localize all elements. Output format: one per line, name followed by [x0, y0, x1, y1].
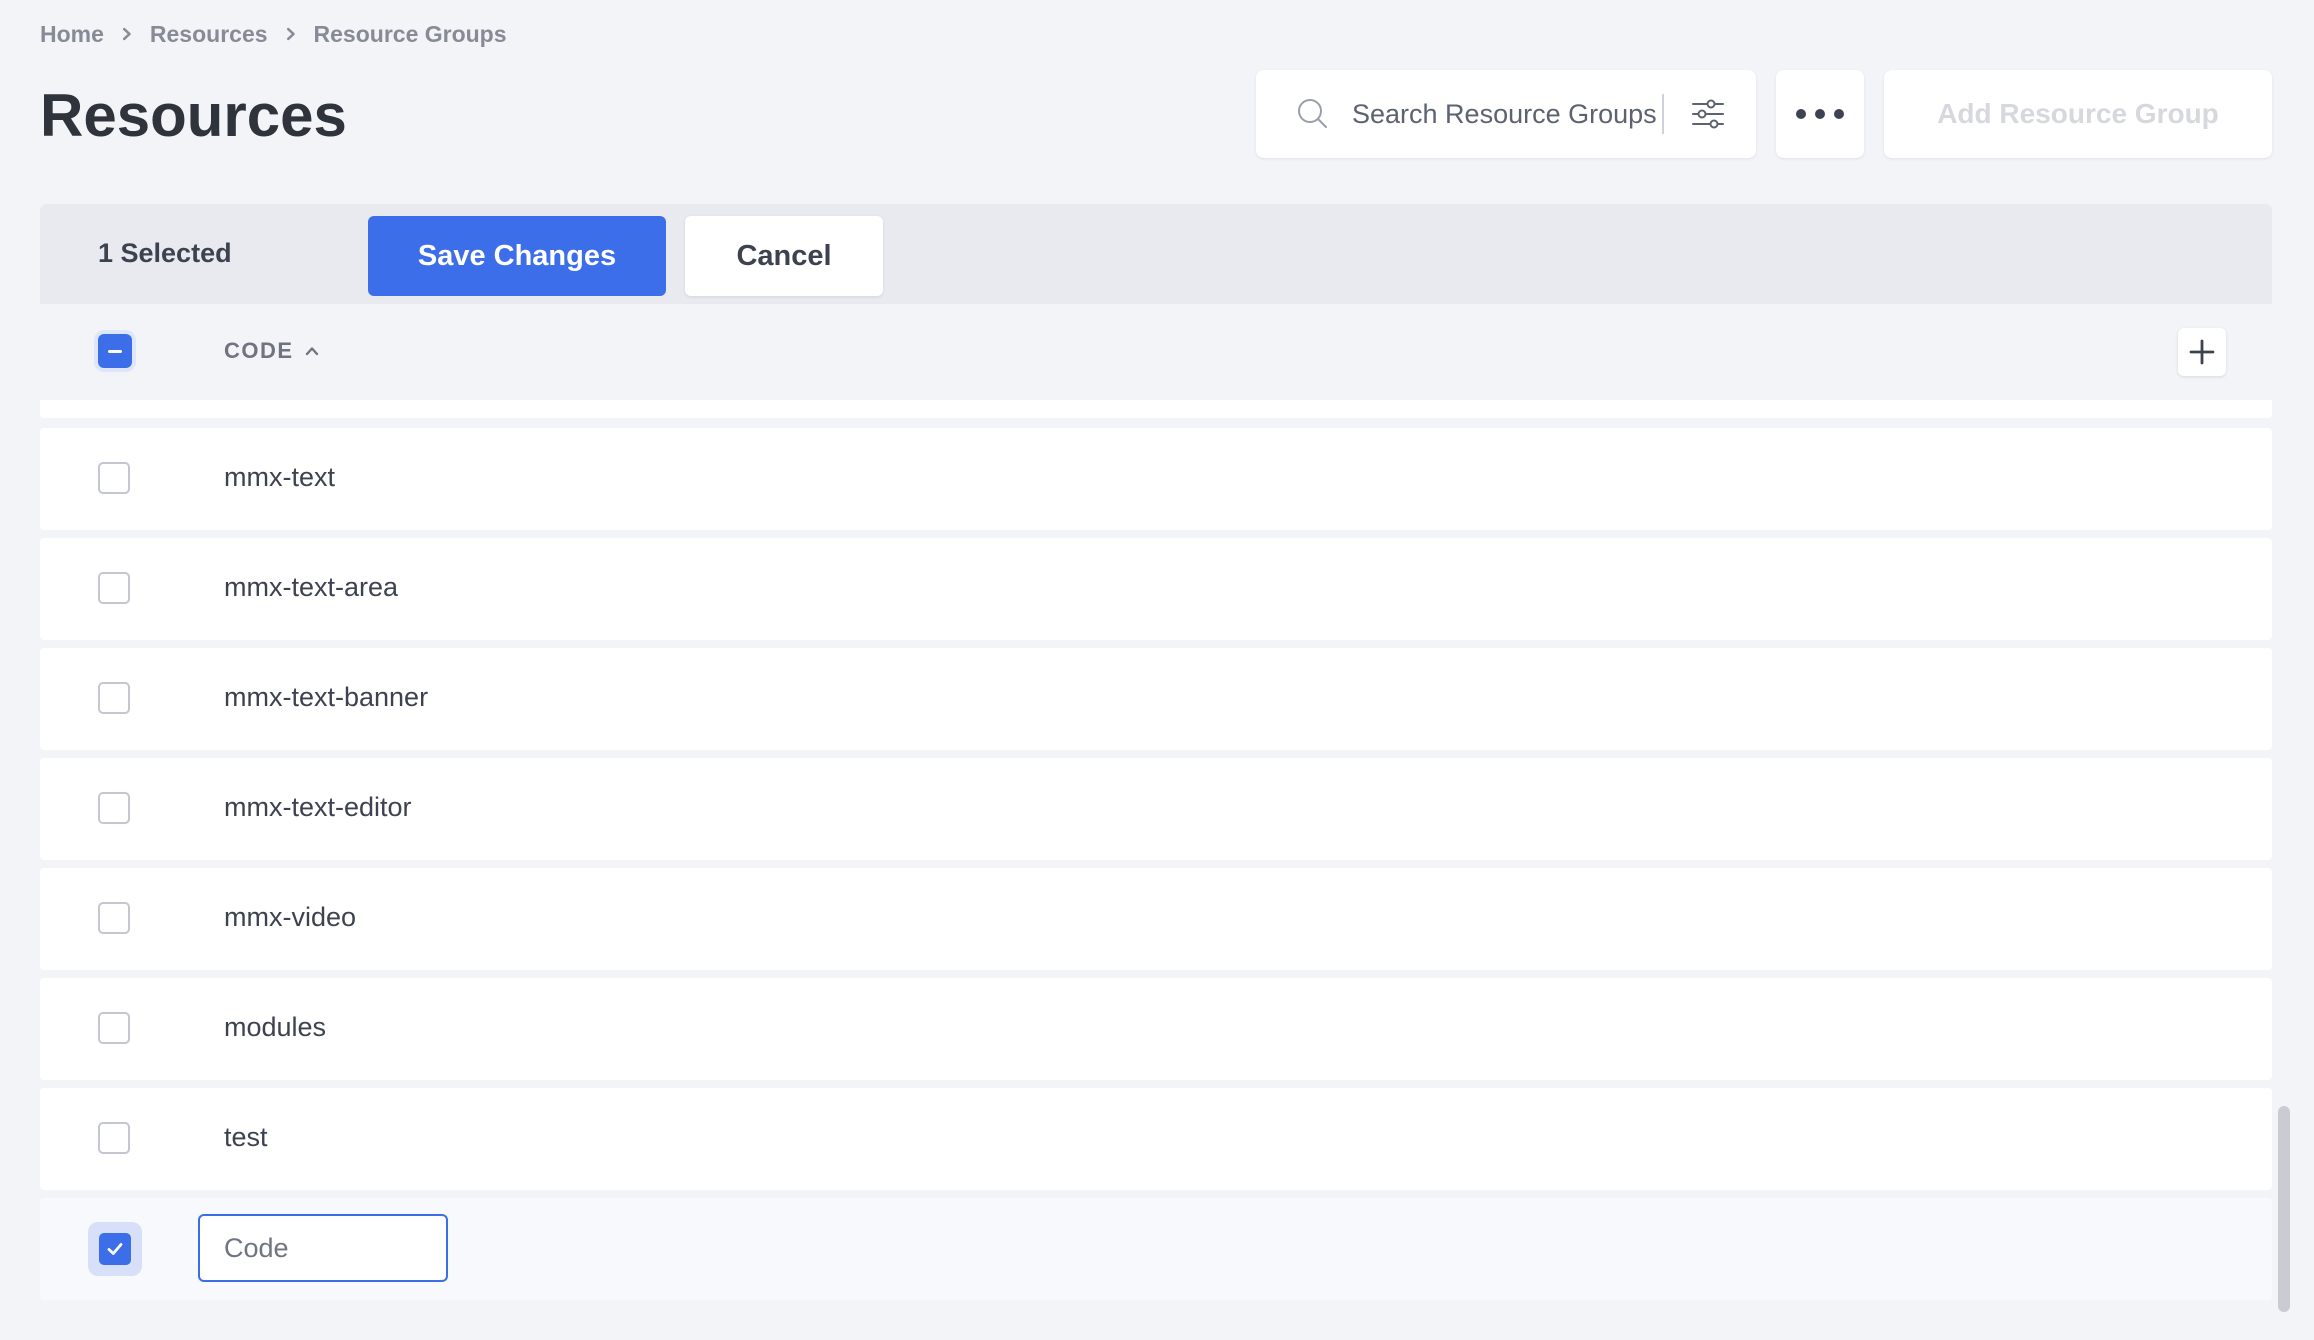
add-resource-group-button[interactable]: Add Resource Group — [1884, 70, 2272, 158]
search-box — [1256, 70, 1756, 158]
table-row-partial — [40, 400, 2272, 418]
row-checkbox[interactable] — [98, 792, 130, 824]
breadcrumb-resource-groups: Resource Groups — [313, 20, 507, 47]
add-column-button[interactable] — [2178, 328, 2226, 376]
row-checkbox[interactable] — [98, 902, 130, 934]
check-icon — [107, 1243, 123, 1255]
save-changes-button[interactable]: Save Changes — [368, 216, 666, 296]
cancel-button[interactable]: Cancel — [685, 216, 883, 296]
chevron-right-icon — [268, 27, 314, 41]
search-input[interactable] — [1352, 94, 1664, 134]
more-options-button[interactable] — [1776, 70, 1864, 158]
table-row[interactable]: mmx-text — [40, 428, 2272, 530]
breadcrumb-resources[interactable]: Resources — [150, 21, 268, 48]
chevron-up-icon — [304, 343, 320, 359]
table-row[interactable]: mmx-text-banner — [40, 648, 2272, 750]
row-code: mmx-video — [224, 902, 357, 932]
table-header: CODE — [40, 304, 2272, 400]
row-code: test — [224, 1122, 268, 1152]
breadcrumb: Home Resources Resource Groups — [40, 18, 507, 50]
row-checkbox-checked[interactable] — [88, 1222, 142, 1276]
minus-icon — [108, 349, 122, 353]
plus-icon — [2189, 339, 2215, 365]
select-all-checkbox[interactable] — [98, 334, 132, 368]
table-row[interactable]: mmx-text-area — [40, 538, 2272, 640]
search-icon — [1296, 97, 1330, 131]
more-dots-icon — [1796, 109, 1844, 119]
row-code: mmx-text-banner — [224, 682, 429, 712]
row-code: mmx-text — [224, 462, 335, 492]
table-body: mmx-text mmx-text-area mmx-text-banner m… — [40, 400, 2272, 1308]
row-checkbox[interactable] — [98, 462, 130, 494]
row-code: mmx-text-area — [224, 572, 399, 602]
code-input[interactable] — [198, 1214, 448, 1282]
column-header-label: CODE — [224, 338, 294, 363]
table-row-new[interactable] — [40, 1198, 2272, 1300]
row-checkbox[interactable] — [98, 572, 130, 604]
scrollbar-thumb[interactable] — [2278, 1106, 2290, 1312]
selected-count: 1 Selected — [98, 238, 232, 268]
column-header-code[interactable]: CODE — [224, 338, 320, 364]
row-checkbox[interactable] — [98, 682, 130, 714]
chevron-right-icon — [104, 27, 150, 41]
row-checkbox[interactable] — [98, 1122, 130, 1154]
selection-bar: 1 Selected Save Changes Cancel — [40, 204, 2272, 304]
row-checkbox[interactable] — [98, 1012, 130, 1044]
table-row[interactable]: mmx-text-editor — [40, 758, 2272, 860]
table-row[interactable]: modules — [40, 978, 2272, 1080]
table-row[interactable]: test — [40, 1088, 2272, 1190]
row-code: modules — [224, 1012, 327, 1042]
filter-sliders-icon[interactable] — [1690, 96, 1726, 132]
page: Home Resources Resource Groups Resources — [0, 0, 2314, 1340]
page-title: Resources — [40, 82, 347, 149]
row-code: mmx-text-editor — [224, 792, 412, 822]
table-row[interactable]: mmx-video — [40, 868, 2272, 970]
breadcrumb-home[interactable]: Home — [40, 21, 104, 48]
vertical-scrollbar[interactable] — [2276, 400, 2292, 1312]
